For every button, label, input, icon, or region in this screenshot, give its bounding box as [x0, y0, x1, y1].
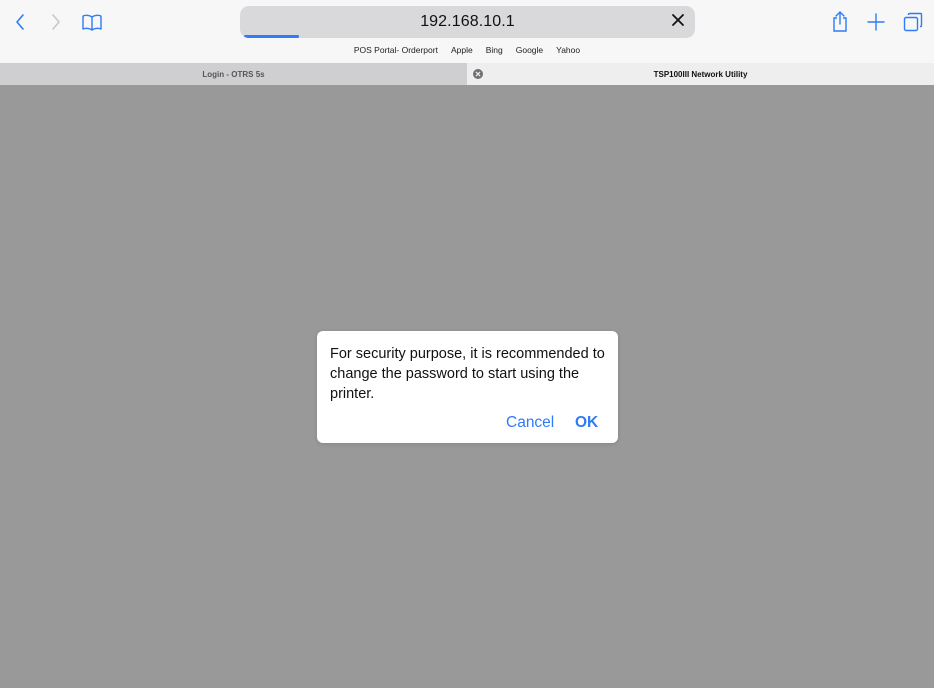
plus-icon [867, 13, 885, 31]
favorites-bar: POS Portal- Orderport Apple Bing Google … [0, 45, 934, 59]
tab-bar: Login - OTRS 5s TSP100III Network Utilit… [0, 63, 934, 85]
book-icon [81, 13, 103, 31]
close-tab-icon[interactable] [473, 69, 483, 79]
chevron-right-icon [50, 13, 62, 31]
tab-login-otrs[interactable]: Login - OTRS 5s [0, 63, 467, 85]
share-button[interactable] [826, 8, 854, 36]
close-icon [671, 13, 685, 32]
back-button[interactable] [6, 8, 34, 36]
address-text[interactable]: 192.168.10.1 [240, 13, 695, 31]
favorite-link[interactable]: Yahoo [556, 45, 580, 59]
dialog-message: For security purpose, it is recommended … [330, 346, 605, 402]
address-bar[interactable]: 192.168.10.1 [240, 6, 695, 38]
tab-network-utility[interactable]: TSP100III Network Utility [467, 63, 934, 85]
favorite-link[interactable]: Bing [486, 45, 503, 59]
new-tab-button[interactable] [862, 8, 890, 36]
browser-toolbar: 192.168.10.1 POS Portal- Orderport Apple… [0, 0, 934, 63]
stop-loading-button[interactable] [667, 11, 689, 33]
chevron-left-icon [14, 13, 26, 31]
page-load-progress-bar [244, 35, 299, 38]
tab-label: Login - OTRS 5s [202, 69, 265, 79]
favorite-link[interactable]: Apple [451, 45, 473, 59]
favorite-link[interactable]: Google [516, 45, 543, 59]
tabs-overview-icon [903, 12, 923, 32]
ok-button[interactable]: OK [575, 414, 598, 432]
share-icon [831, 11, 849, 33]
tab-overview-button[interactable] [899, 8, 927, 36]
cancel-button[interactable]: Cancel [506, 414, 554, 432]
bookmarks-button[interactable] [78, 8, 106, 36]
alert-dialog: For security purpose, it is recommended … [317, 331, 618, 443]
forward-button[interactable] [42, 8, 70, 36]
tab-label: TSP100III Network Utility [653, 69, 748, 79]
favorite-link[interactable]: POS Portal- Orderport [354, 45, 438, 59]
